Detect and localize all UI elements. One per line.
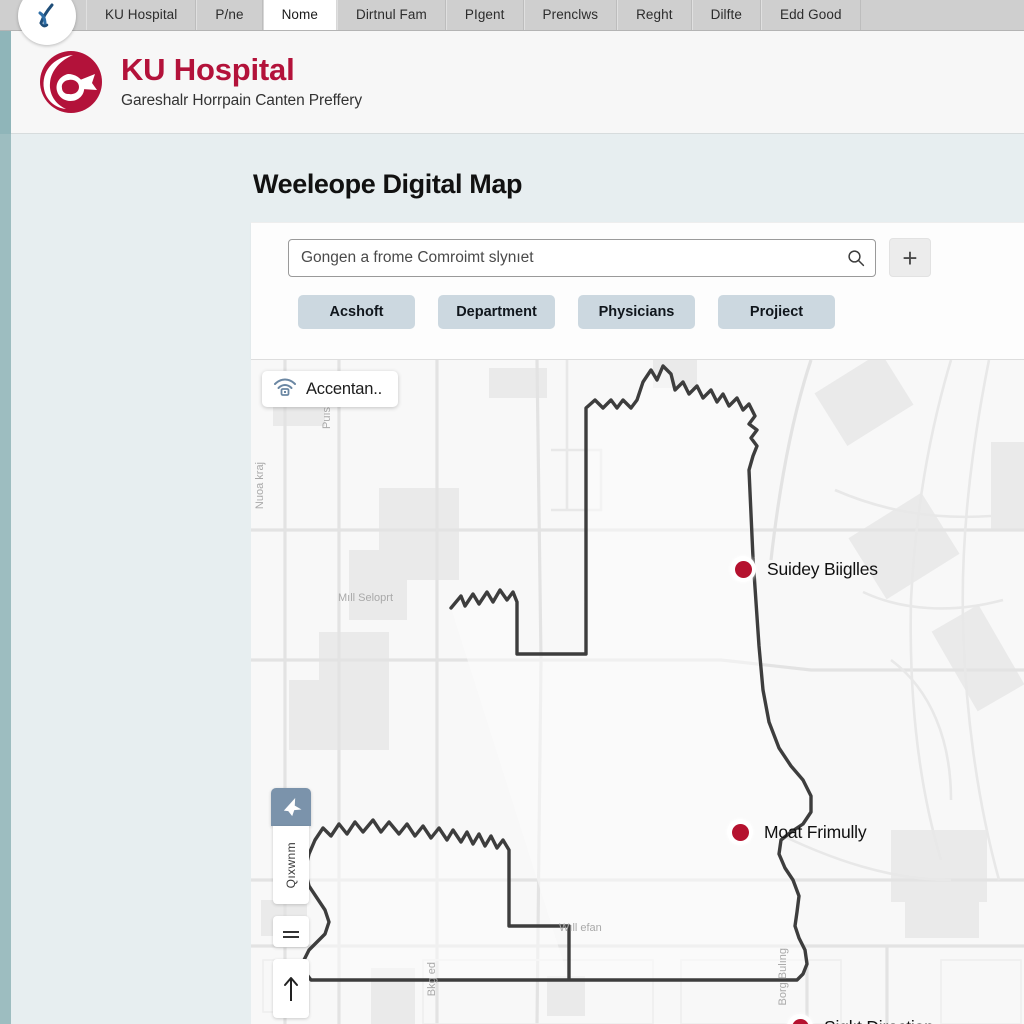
browser-tab-label: Dilfte [710,7,742,22]
wifi-signal-icon [273,377,297,402]
map-controls: Qıxwnm [271,788,311,1018]
map-marker[interactable]: Suidey Biiglles [730,556,878,582]
add-button[interactable]: + [889,238,931,277]
up-arrow-icon [284,976,298,1001]
brand-text-block: KU Hospital Gareshalr Horrpain Canten Pr… [121,54,362,110]
map-marker-dot [787,1014,813,1024]
browser-tab-label: Reght [636,7,673,22]
browser-tab-active[interactable]: Nome [262,0,337,30]
browser-tabs: KU Hospital P/ne Nome Dirtnul Fam PIgent… [86,0,861,30]
search-row: + [288,238,931,277]
street-label: Bkg ed [426,962,438,997]
page-body: Weeleope Digital Map + [11,134,1024,1024]
browser-tab-label: P/ne [215,7,244,22]
browser-tab[interactable]: P/ne [196,0,263,30]
app-window: KU Hospital P/ne Nome Dirtnul Fam PIgent… [0,0,1024,1024]
browser-tab[interactable]: Dirtnul Fam [336,0,446,30]
brand-title: KU Hospital [121,52,295,88]
map-marker-label: Suidey Biiglles [767,558,878,579]
street-label: Nuoa kraj [254,462,266,510]
browser-tab[interactable]: PIgent [445,0,524,30]
map-layer-badge[interactable]: Accentan.. [262,371,398,407]
browser-tab-label: Dirtnul Fam [355,7,427,22]
browser-tab-label: KU Hospital [105,7,178,22]
browser-tab[interactable]: KU Hospital [86,0,197,30]
north-orientation-button[interactable] [273,959,309,1018]
filter-chip-row: Acshoft Department Physicians Projiect [298,295,835,329]
site-header: KU Hospital Gareshalr Horrpain Canten Pr… [11,31,1024,134]
browser-tab-strip: KU Hospital P/ne Nome Dirtnul Fam PIgent… [0,0,1024,45]
filter-chip-label: Acshoft [329,304,384,320]
map-marker[interactable]: Moat Frimully [727,819,867,845]
left-edge-strip-lower [0,134,11,1024]
filter-chip-physicians[interactable]: Physicians [578,295,695,329]
map-marker[interactable]: Siglıt Direction [787,1014,934,1024]
filter-chip-label: Physicians [598,304,675,320]
filter-chip-label: Projiect [749,304,804,320]
filter-chip-projiect[interactable]: Projiect [718,295,835,329]
add-button-label: + [902,242,918,273]
street-label: Borg Bulıng [777,948,789,1006]
search-input[interactable] [289,239,875,276]
browser-tab-label: PIgent [464,7,505,22]
map-panel[interactable]: Puıs Kıs Nuoa kraj Mıll Seloprt Wıll efa… [251,359,1024,1024]
filter-chip-department[interactable]: Department [438,295,555,329]
browser-tab[interactable]: Edd Good [760,0,861,30]
search-filter-card: + Acshoft Department Physicians Projiect [251,222,1024,359]
browser-tab-label: Nome [281,7,318,22]
browser-tab-label: Edd Good [779,7,842,22]
search-box[interactable] [288,238,876,277]
browser-tab[interactable]: Prenclws [523,0,618,30]
search-icon[interactable] [847,249,865,267]
page-title: Weeleope Digital Map [253,169,523,199]
hospital-logo-icon [35,46,107,118]
map-scale-text: Qıxwnm [284,841,298,889]
browser-tab[interactable]: Dilfte [691,0,761,30]
browser-tab[interactable]: Reght [617,0,692,30]
filter-chip-acshoft[interactable]: Acshoft [298,295,415,329]
map-canvas [251,360,1024,1024]
brand-subtitle: Gareshalr Horrpain Canten Preffery [121,91,362,109]
browser-tab-label: Prenclws [542,7,599,22]
map-marker-label: Moat Frimully [764,821,867,842]
filter-chip-label: Department [456,304,537,320]
map-layer-badge-label: Accentan.. [306,379,382,398]
zoom-out-button[interactable] [273,916,309,947]
map-marker-label: Siglıt Direction [824,1017,934,1024]
minus-icon [283,930,299,938]
map-scale-label[interactable]: Qıxwnm [273,826,309,904]
map-marker-dot [727,819,753,845]
street-label: Wıll efan [559,922,602,934]
map-marker-dot [730,556,756,582]
street-label: Mıll Seloprt [338,592,394,604]
navigate-arrow-icon[interactable] [271,788,311,826]
